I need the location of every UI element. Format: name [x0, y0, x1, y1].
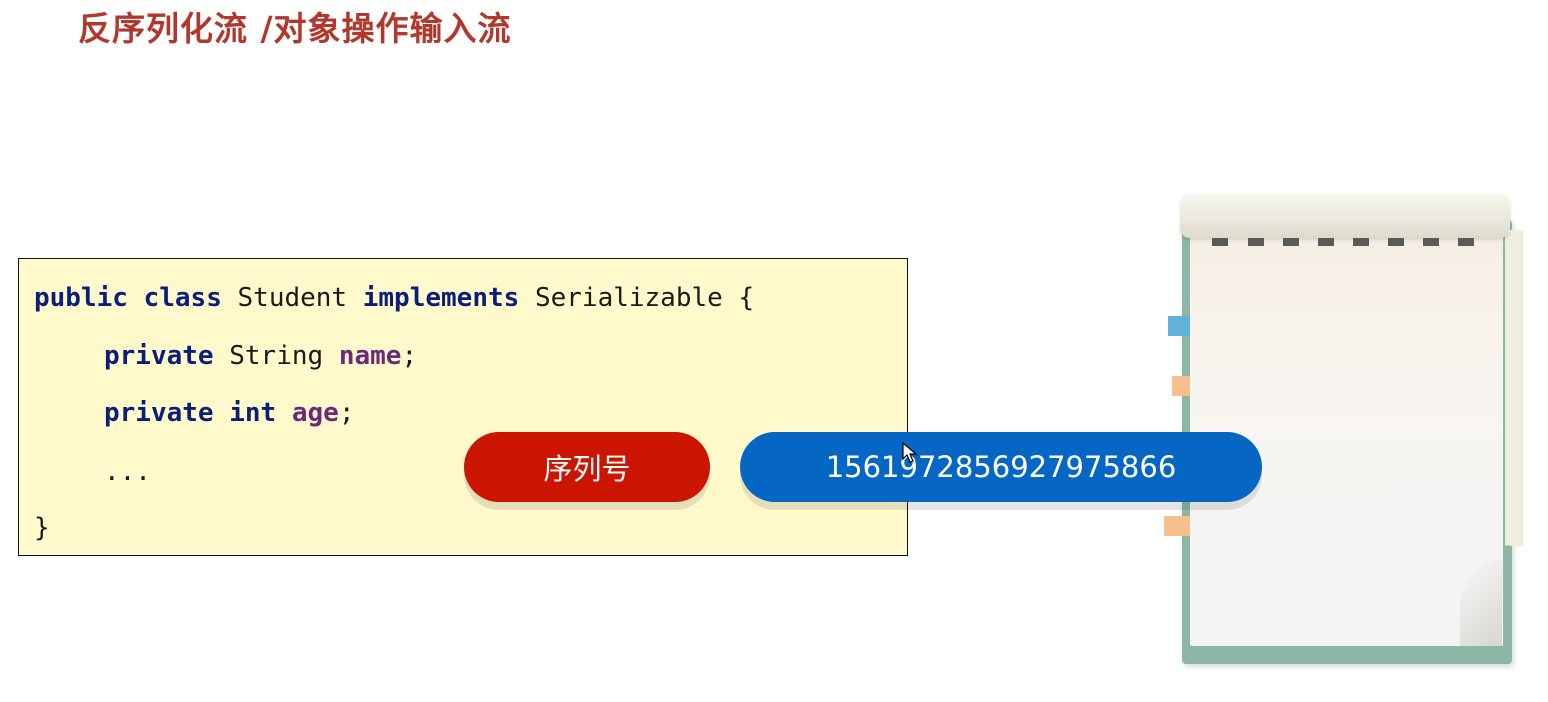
keyword-private: private [104, 341, 214, 371]
notebook-page-edge [1505, 229, 1523, 547]
semicolon: ; [338, 398, 355, 428]
type-string: String [229, 341, 324, 371]
keyword-class: class [143, 283, 222, 313]
field-age: age [291, 398, 339, 428]
notebook-tab-orange-2 [1164, 516, 1190, 536]
notebook-illustration [1160, 190, 1530, 670]
code-line-age-field: private int age; [104, 398, 354, 428]
serial-label-badge: 序列号 [464, 432, 710, 502]
code-line-name-field: private String name; [104, 341, 417, 371]
class-name: Student [237, 283, 348, 313]
field-name: name [338, 341, 402, 371]
binding-ring [1458, 238, 1474, 246]
code-line-class-decl: public class Student implements Serializ… [34, 283, 754, 313]
notebook-tab-blue [1168, 316, 1190, 336]
binding-ring [1212, 238, 1228, 246]
binding-ring [1423, 238, 1439, 246]
code-line-closing-brace: } [34, 513, 50, 543]
code-block: public class Student implements Serializ… [18, 258, 908, 556]
semicolon: ; [401, 341, 418, 371]
slide: 反序列化流 /对象操作输入流 public class Student impl… [0, 0, 1548, 702]
binding-ring [1388, 238, 1404, 246]
keyword-private: private [104, 398, 214, 428]
binding-ring [1318, 238, 1334, 246]
serial-value-badge: 1561972856927975866 [740, 432, 1262, 502]
keyword-implements: implements [362, 283, 520, 313]
binding-ring [1283, 238, 1299, 246]
keyword-public: public [34, 283, 128, 313]
keyword-int: int [229, 398, 277, 428]
code-line-ellipsis: ... [104, 457, 151, 487]
binding-ring [1248, 238, 1264, 246]
interface-name: Serializable { [534, 283, 755, 313]
notebook-binding [1180, 194, 1510, 238]
binding-ring [1353, 238, 1369, 246]
page-title: 反序列化流 /对象操作输入流 [78, 9, 512, 48]
